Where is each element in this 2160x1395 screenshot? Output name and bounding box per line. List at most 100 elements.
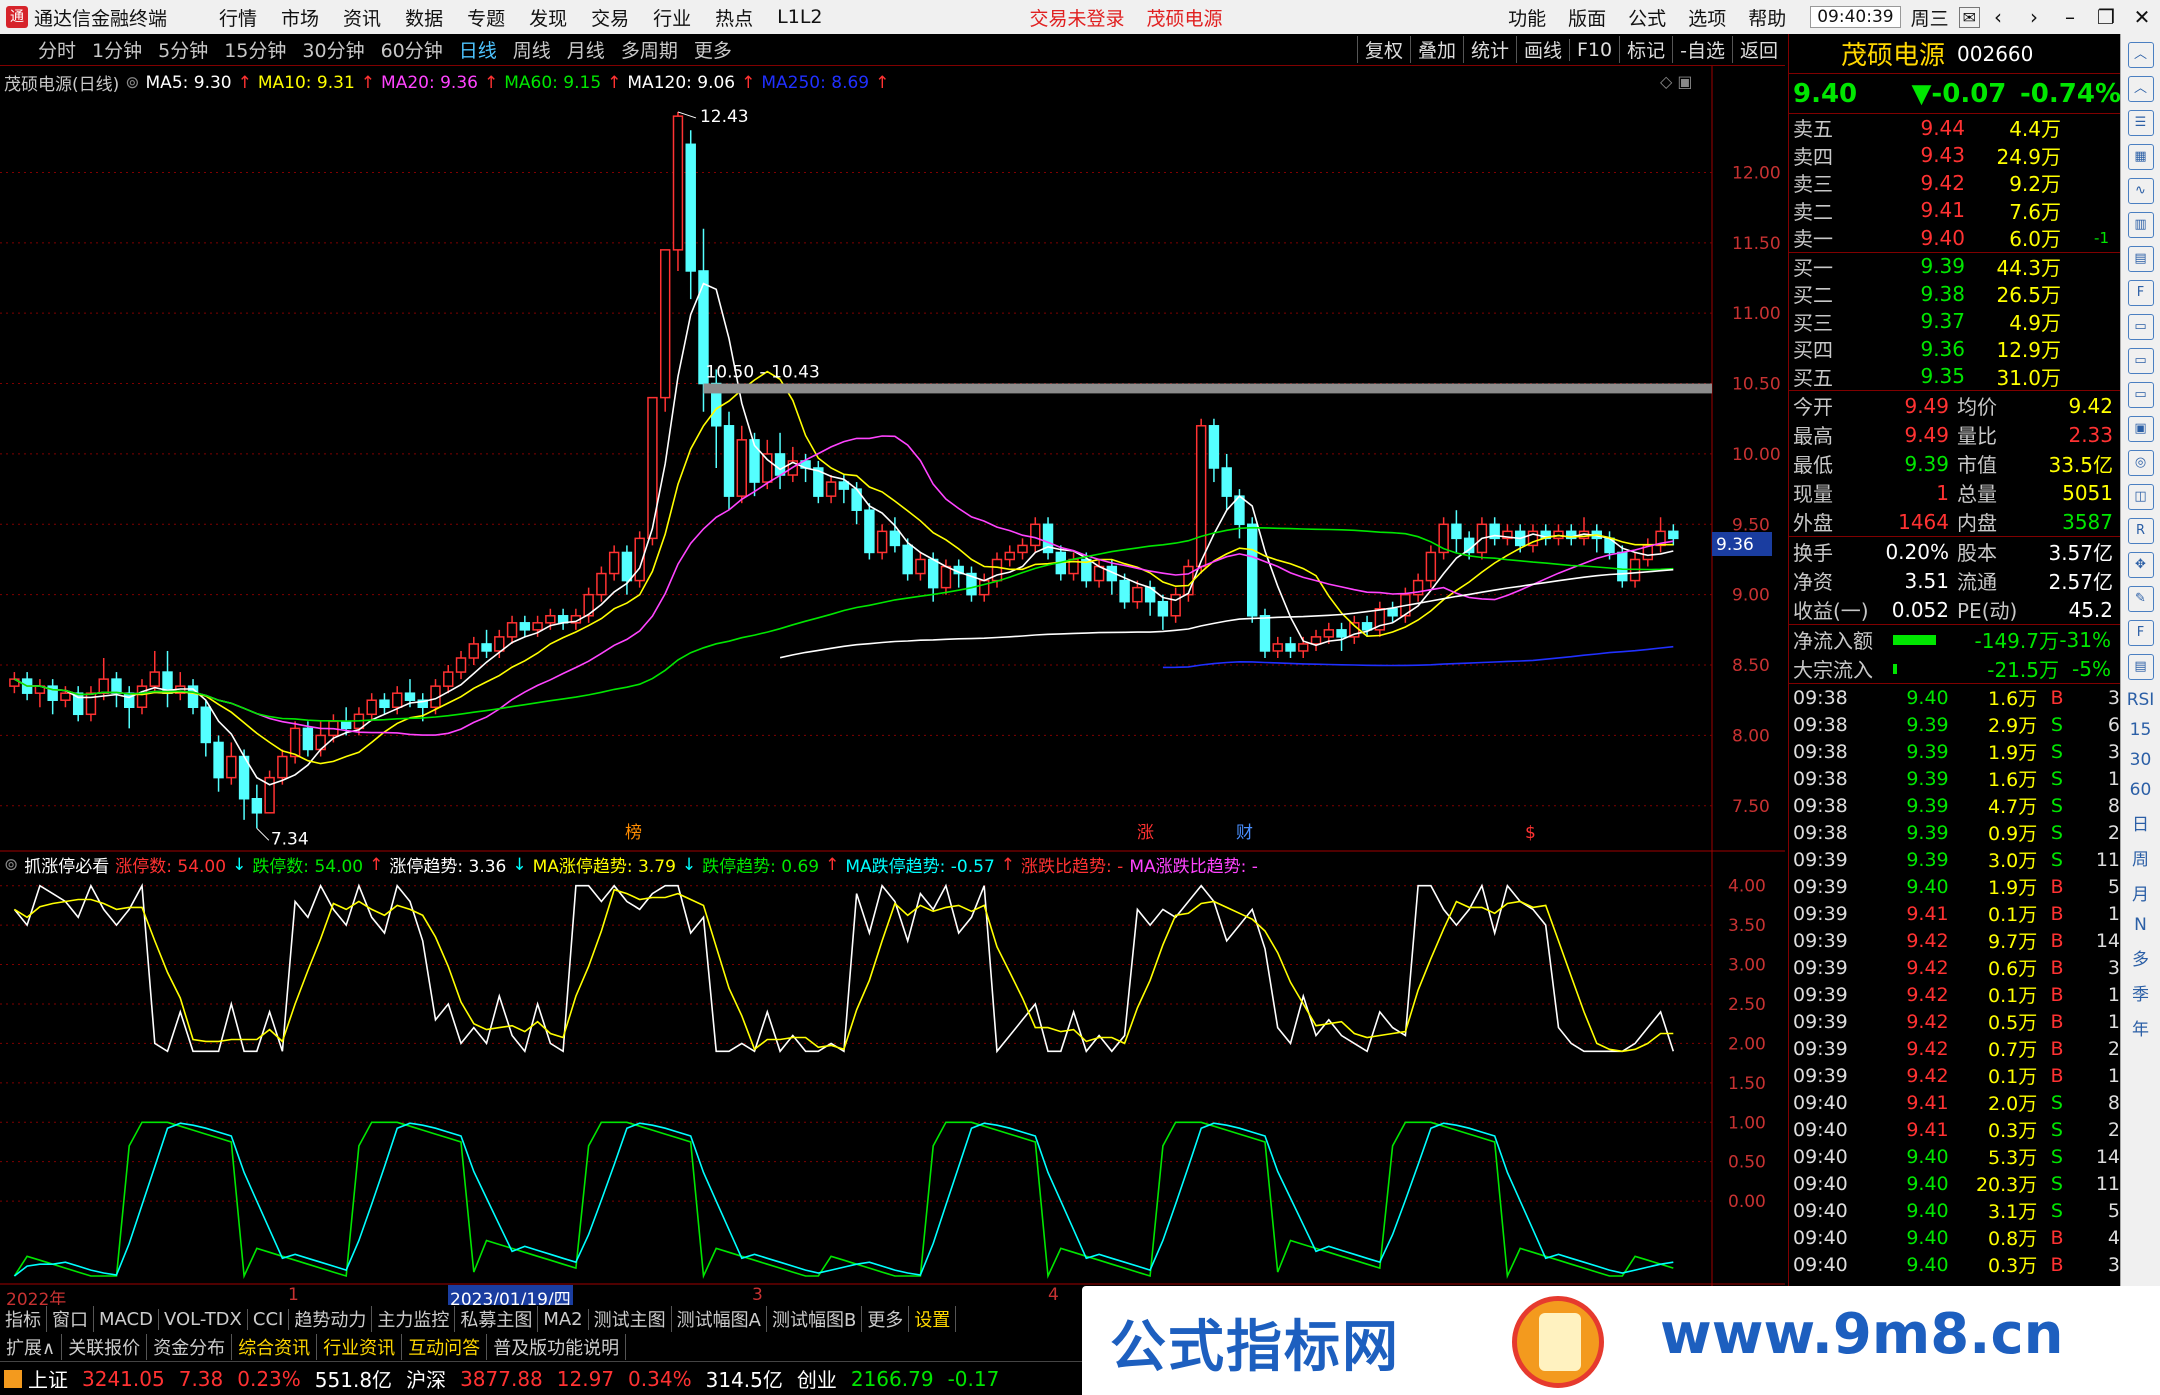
indicator-tab-1[interactable]: 窗口 — [47, 1306, 94, 1332]
period-tab-9[interactable]: 多周期 — [613, 36, 686, 63]
period-tab-4[interactable]: 30分钟 — [294, 36, 372, 63]
grid-icon[interactable]: ▦ — [2127, 144, 2154, 170]
menu-item-4[interactable]: 专题 — [467, 4, 505, 31]
tool-button-0[interactable]: 复权 — [1356, 36, 1410, 63]
box-icon[interactable]: ▣ — [2127, 416, 2154, 442]
back-icon[interactable]: ‹ — [1980, 5, 2016, 29]
tool-button-1[interactable]: 叠加 — [1409, 36, 1463, 63]
tick-list[interactable]: 09:38 9.40 1.6万 B 3 09:38 9.39 2.9万 S 6 09:38 9.39 1… — [1789, 684, 2120, 1278]
tab-icon[interactable]: ▤ — [2127, 654, 2154, 680]
menu-item-7[interactable]: 行业 — [653, 4, 691, 31]
move-icon[interactable]: ✥ — [2127, 552, 2154, 578]
indicator-tab-6[interactable]: 主力监控 — [372, 1306, 456, 1332]
right-menu-item-2[interactable]: 公式 — [1628, 4, 1666, 31]
f10-icon[interactable]: F — [2127, 280, 2154, 306]
strip-label-9[interactable]: 季 — [2121, 980, 2160, 1005]
legend-toggle-icon[interactable]: ⊚ — [125, 73, 139, 93]
pen-icon[interactable]: ✎ — [2127, 586, 2154, 612]
indicator-tab-9[interactable]: 测试主图 — [589, 1306, 672, 1332]
indicator-tab-10[interactable]: 测试幅图A — [672, 1306, 767, 1332]
menu-item-1[interactable]: 市场 — [281, 4, 319, 31]
period-tab-1[interactable]: 1分钟 — [84, 36, 150, 63]
menu-item-5[interactable]: 发现 — [529, 4, 567, 31]
chevron-up-icon[interactable]: ︿ — [2127, 76, 2154, 102]
kline-chart[interactable]: 12.0011.5011.0010.5010.009.509.008.508.0… — [0, 66, 1785, 1286]
strip-label-7[interactable]: N — [2121, 915, 2160, 935]
tool-button-2[interactable]: 统计 — [1462, 36, 1516, 63]
indicator-toggle-icon[interactable]: ⊚ — [4, 855, 18, 875]
login-status[interactable]: 交易未登录 — [1030, 4, 1125, 31]
doc-icon[interactable]: ▭ — [2127, 314, 2154, 340]
info-tab-2[interactable]: 资金分布 — [147, 1334, 233, 1360]
indicator-tab-2[interactable]: MACD — [94, 1308, 159, 1330]
fs-icon[interactable]: F — [2127, 620, 2154, 646]
menu-item-6[interactable]: 交易 — [591, 4, 629, 31]
tool-button-3[interactable]: 画线 — [1515, 36, 1569, 63]
bar-icon[interactable]: ▥ — [2127, 212, 2154, 238]
strip-label-6[interactable]: 月 — [2121, 880, 2160, 905]
ring-icon[interactable]: ◎ — [2127, 450, 2154, 476]
minimize-icon[interactable]: – — [2052, 5, 2088, 29]
menu-item-0[interactable]: 行情 — [219, 4, 257, 31]
strip-label-2[interactable]: 30 — [2121, 750, 2160, 770]
forward-icon[interactable]: › — [2016, 5, 2052, 29]
strip-label-1[interactable]: 15 — [2121, 720, 2160, 740]
doc-icon[interactable]: ▭ — [2127, 382, 2154, 408]
menu-item-2[interactable]: 资讯 — [343, 4, 381, 31]
menu-item-8[interactable]: 热点 — [715, 4, 753, 31]
index-name[interactable]: 创业 — [797, 1364, 837, 1393]
tool-button-6[interactable]: -自选 — [1672, 36, 1732, 63]
indicator-tab-0[interactable]: 指标 — [0, 1306, 47, 1332]
strip-label-8[interactable]: 多 — [2121, 945, 2160, 970]
index-name[interactable]: 上证 — [28, 1364, 68, 1393]
restore-icon[interactable]: ❐ — [2088, 5, 2124, 29]
right-menu-item-4[interactable]: 帮助 — [1748, 4, 1786, 31]
indicator-tab-13[interactable]: 设置 — [909, 1306, 957, 1332]
chart-area[interactable]: 12.00 11.50 11.00 10.50 10.00 9.50 9.00 8.50 8.0… — [0, 66, 1785, 1310]
strip-label-0[interactable]: RSI — [2121, 690, 2160, 710]
period-tab-2[interactable]: 5分钟 — [150, 36, 216, 63]
right-menu-item-0[interactable]: 功能 — [1508, 4, 1546, 31]
info-tab-4[interactable]: 行业资讯 — [317, 1334, 403, 1360]
indicator-tab-4[interactable]: CCI — [248, 1308, 290, 1330]
strip-label-10[interactable]: 年 — [2121, 1015, 2160, 1040]
info-tab-0[interactable]: 扩展∧ — [0, 1334, 63, 1360]
line-icon[interactable]: ∿ — [2127, 178, 2154, 204]
indicator-tab-12[interactable]: 更多 — [862, 1306, 910, 1332]
menu-item-9[interactable]: L1L2 — [777, 6, 822, 28]
chevron-up-icon[interactable]: ︿ — [2127, 42, 2154, 68]
tool-button-5[interactable]: 标记 — [1619, 36, 1672, 63]
period-tab-6[interactable]: 日线 — [451, 36, 505, 63]
info-tab-6[interactable]: 普及版功能说明 — [487, 1334, 627, 1360]
right-menu-item-3[interactable]: 选项 — [1688, 4, 1726, 31]
period-tab-5[interactable]: 60分钟 — [373, 36, 451, 63]
list-icon[interactable]: ☰ — [2127, 110, 2154, 136]
mail-icon[interactable]: ✉ — [1958, 6, 1980, 28]
close-icon[interactable]: ✕ — [2124, 5, 2160, 29]
tool-button-7[interactable]: 返回 — [1731, 36, 1785, 63]
tool-button-4[interactable]: F10 — [1569, 38, 1619, 61]
indicator-tab-5[interactable]: 趋势动力 — [289, 1306, 373, 1332]
strip-label-4[interactable]: 日 — [2121, 810, 2160, 835]
period-tab-10[interactable]: 更多 — [686, 36, 740, 63]
doc-icon[interactable]: ▭ — [2127, 348, 2154, 374]
period-tab-0[interactable]: 分时 — [30, 36, 84, 63]
rsi-icon[interactable]: R — [2127, 518, 2154, 544]
strip-label-3[interactable]: 60 — [2121, 780, 2160, 800]
period-tab-3[interactable]: 15分钟 — [216, 36, 294, 63]
info-tab-5[interactable]: 互动问答 — [402, 1334, 488, 1360]
info-tab-1[interactable]: 关联报价 — [62, 1334, 148, 1360]
indicator-tab-3[interactable]: VOL-TDX — [159, 1308, 248, 1330]
strip-label-5[interactable]: 周 — [2121, 845, 2160, 870]
indicator-tab-11[interactable]: 测试幅图B — [767, 1306, 863, 1332]
chart-expand-icon[interactable]: ◇ ▣ — [1660, 72, 1693, 91]
info-tab-3[interactable]: 综合资讯 — [232, 1334, 318, 1360]
period-tab-7[interactable]: 周线 — [505, 36, 559, 63]
chart-icon[interactable]: ◫ — [2127, 484, 2154, 510]
right-menu-item-1[interactable]: 版面 — [1568, 4, 1606, 31]
table-icon[interactable]: ▤ — [2127, 246, 2154, 272]
menu-item-3[interactable]: 数据 — [405, 4, 443, 31]
period-tab-8[interactable]: 月线 — [559, 36, 613, 63]
index-name[interactable]: 沪深 — [406, 1364, 446, 1393]
indicator-tab-7[interactable]: 私募主图 — [455, 1306, 539, 1332]
